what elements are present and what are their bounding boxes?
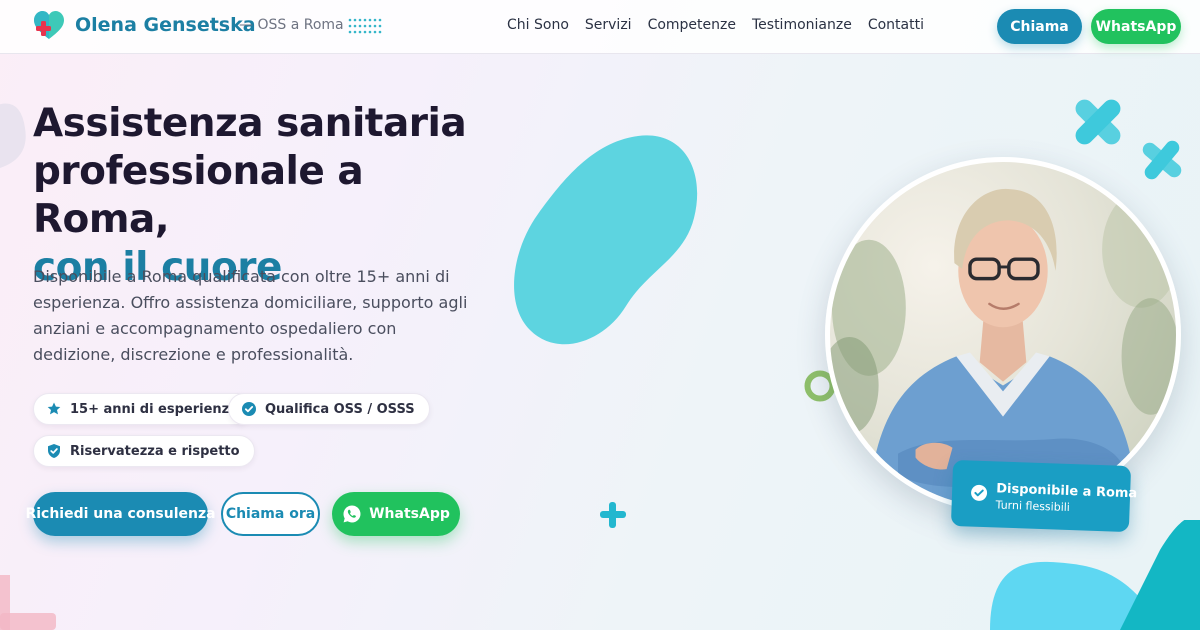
nav-item-contatti[interactable]: Contatti: [868, 17, 924, 33]
left-blob-decoration: [0, 103, 26, 168]
nurse-portrait-illustration: [830, 188, 1176, 508]
headline-line-2: professionale a Roma,: [33, 149, 364, 242]
check-circle-icon: [971, 484, 988, 501]
availability-subtitle: Turni flessibili: [995, 498, 1071, 515]
site-header: Olena Gensetska — OSS a Roma Chi Sono Se…: [0, 0, 1200, 54]
request-consultation-button[interactable]: Richiedi una consulenza: [25, 492, 216, 536]
call-now-button[interactable]: Chiama ora: [221, 492, 320, 536]
shield-check-icon: [48, 444, 60, 458]
bottom-left-pink-decoration: [0, 575, 56, 630]
bottom-right-blob-decoration: [990, 520, 1200, 630]
header-whatsapp-button[interactable]: WhatsApp: [1091, 9, 1181, 44]
badge-qualification-label: Qualifica OSS / OSSS: [265, 401, 415, 417]
badge-privacy-label: Riservatezza e rispetto: [70, 443, 240, 459]
hero-whatsapp-button[interactable]: WhatsApp: [332, 492, 460, 536]
hero-lead-text: Disponibile a Roma qualificata con oltre…: [33, 267, 468, 364]
nav-item-testimonianze[interactable]: Testimonianze: [752, 17, 852, 33]
badge-check-icon: [242, 402, 256, 416]
badge-experience: 15+ anni di esperienza: [33, 393, 254, 425]
dots-grid-icon: [348, 18, 382, 34]
nav-item-competenze[interactable]: Competenze: [648, 17, 736, 33]
hero-whatsapp-label: WhatsApp: [369, 506, 450, 522]
cross-large-decoration: [1075, 99, 1121, 145]
badge-privacy: Riservatezza e rispetto: [33, 435, 255, 467]
main-nav: Chi Sono Servizi Competenze Testimonianz…: [507, 17, 924, 33]
header-call-button[interactable]: Chiama: [997, 9, 1082, 44]
brand-name[interactable]: Olena Gensetska: [75, 14, 256, 36]
badge-qualification: Qualifica OSS / OSSS: [228, 393, 430, 425]
nav-item-servizi[interactable]: Servizi: [585, 17, 632, 33]
whatsapp-icon: [343, 505, 361, 523]
portrait-photo: [825, 157, 1181, 513]
teal-blob-decoration: [514, 135, 698, 345]
nav-item-chi-sono[interactable]: Chi Sono: [507, 17, 569, 33]
star-icon: [47, 402, 61, 415]
badge-experience-label: 15+ anni di esperienza: [70, 401, 239, 417]
plus-small-decoration: [600, 502, 626, 528]
headline-line-1: Assistenza sanitaria: [33, 101, 467, 146]
heart-cross-logo-icon[interactable]: [32, 9, 66, 43]
cross-small-decoration: [1142, 140, 1182, 180]
availability-card: Disponibile a Roma Turni flessibili: [950, 459, 1137, 533]
brand-tagline: — OSS a Roma: [239, 17, 344, 33]
